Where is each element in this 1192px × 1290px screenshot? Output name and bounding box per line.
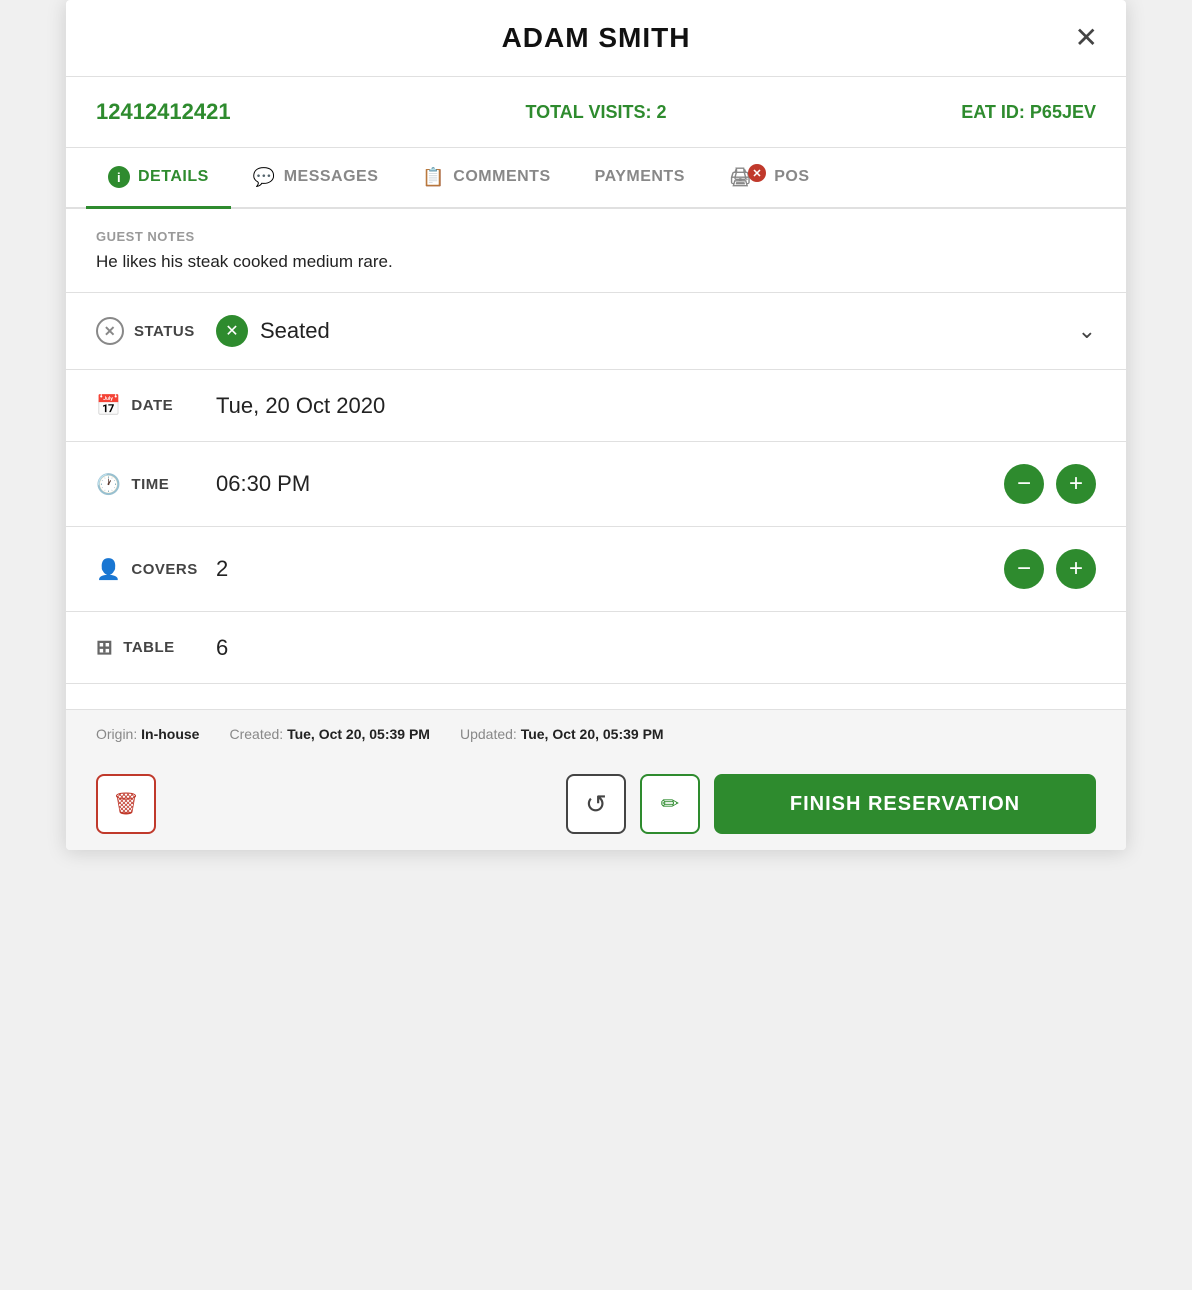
delete-button[interactable]: 🗑	[96, 774, 156, 834]
table-row: ⊞ TABLE 6	[66, 612, 1126, 684]
footer-meta: Origin: In-house Created: Tue, Oct 20, 0…	[66, 709, 1126, 758]
tab-comments-label: COMMENTS	[453, 168, 550, 186]
info-row: 12412412421 TOTAL VISITS: 2 EAT ID: P65J…	[66, 77, 1126, 148]
clock-icon: 🕐	[96, 472, 121, 497]
guest-notes-label: GUEST NOTES	[96, 229, 1096, 244]
origin-info: Origin: In-house	[96, 726, 199, 742]
date-row: 📅 DATE Tue, 20 Oct 2020	[66, 370, 1126, 442]
history-icon: ↺	[585, 789, 607, 820]
seated-icon: ✕	[216, 315, 248, 347]
history-button[interactable]: ↺	[566, 774, 626, 834]
calendar-icon: 📅	[96, 393, 121, 418]
reservation-modal: ADAM SMITH ✕ 12412412421 TOTAL VISITS: 2…	[66, 0, 1126, 850]
time-increase-button[interactable]: +	[1056, 464, 1096, 504]
covers-increase-button[interactable]: +	[1056, 549, 1096, 589]
trash-icon: 🗑	[112, 791, 140, 817]
messages-icon: 💬	[253, 167, 276, 188]
covers-value: 2	[216, 556, 1004, 582]
pos-x-icon: ✕	[748, 164, 766, 182]
tab-details[interactable]: i DETAILS	[86, 148, 231, 209]
created-value: Tue, Oct 20, 05:39 PM	[287, 726, 430, 742]
finish-reservation-button[interactable]: FINISH RESERVATION	[714, 774, 1096, 834]
pos-icons: 🖨 ✕	[729, 167, 766, 188]
covers-decrease-button[interactable]: −	[1004, 549, 1044, 589]
close-button[interactable]: ✕	[1075, 24, 1098, 52]
total-visits-label: TOTAL VISITS:	[525, 102, 651, 122]
pencil-icon: ✏	[661, 791, 679, 817]
action-bar: 🗑 ↺ ✏ FINISH RESERVATION	[66, 758, 1126, 850]
updated-value: Tue, Oct 20, 05:39 PM	[521, 726, 664, 742]
tab-comments[interactable]: 📋 COMMENTS	[400, 149, 572, 209]
tab-payments[interactable]: PAYMENTS	[573, 150, 707, 207]
tab-messages[interactable]: 💬 MESSAGES	[231, 149, 401, 209]
eat-id: EAT ID: P65JEV	[763, 102, 1096, 123]
tab-payments-label: PAYMENTS	[595, 168, 685, 186]
guest-notes-text: He likes his steak cooked medium rare.	[96, 252, 1096, 272]
status-x-icon: ✕	[96, 317, 124, 345]
table-label: ⊞ TABLE	[96, 635, 216, 660]
status-chevron-icon[interactable]: ⌄	[1078, 318, 1096, 344]
status-value: ✕ Seated	[216, 315, 1078, 347]
time-value: 06:30 PM	[216, 471, 1004, 497]
table-icon: ⊞	[96, 635, 113, 660]
details-icon: i	[108, 166, 130, 188]
comments-icon: 📋	[422, 167, 445, 188]
updated-info: Updated: Tue, Oct 20, 05:39 PM	[460, 726, 664, 742]
guest-name-title: ADAM SMITH	[502, 22, 691, 54]
date-value: Tue, 20 Oct 2020	[216, 393, 1096, 419]
origin-value: In-house	[141, 726, 199, 742]
time-label: 🕐 TIME	[96, 472, 216, 497]
tab-messages-label: MESSAGES	[284, 168, 379, 186]
date-label: 📅 DATE	[96, 393, 216, 418]
edit-button[interactable]: ✏	[640, 774, 700, 834]
tab-content: GUEST NOTES He likes his steak cooked me…	[66, 209, 1126, 709]
tab-pos-label: POS	[774, 168, 809, 186]
tab-bar: i DETAILS 💬 MESSAGES 📋 COMMENTS PAYMENTS…	[66, 148, 1126, 209]
total-visits: TOTAL VISITS: 2	[429, 102, 762, 123]
person-icon: 👤	[96, 557, 121, 582]
status-row: ✕ STATUS ✕ Seated ⌄	[66, 293, 1126, 370]
eat-id-value: P65JEV	[1030, 102, 1096, 122]
covers-actions: − +	[1004, 549, 1096, 589]
tab-pos[interactable]: 🖨 ✕ POS	[707, 149, 832, 209]
time-actions: − +	[1004, 464, 1096, 504]
tab-details-label: DETAILS	[138, 168, 209, 186]
covers-row: 👤 COVERS 2 − +	[66, 527, 1126, 612]
time-row: 🕐 TIME 06:30 PM − +	[66, 442, 1126, 527]
guest-notes-section: GUEST NOTES He likes his steak cooked me…	[66, 209, 1126, 293]
status-label: ✕ STATUS	[96, 317, 216, 345]
table-value: 6	[216, 635, 1096, 661]
eat-id-label: EAT ID:	[961, 102, 1025, 122]
created-info: Created: Tue, Oct 20, 05:39 PM	[229, 726, 430, 742]
covers-label: 👤 COVERS	[96, 557, 216, 582]
total-visits-value: 2	[657, 102, 667, 122]
modal-header: ADAM SMITH ✕	[66, 0, 1126, 77]
time-decrease-button[interactable]: −	[1004, 464, 1044, 504]
phone-number: 12412412421	[96, 99, 429, 125]
